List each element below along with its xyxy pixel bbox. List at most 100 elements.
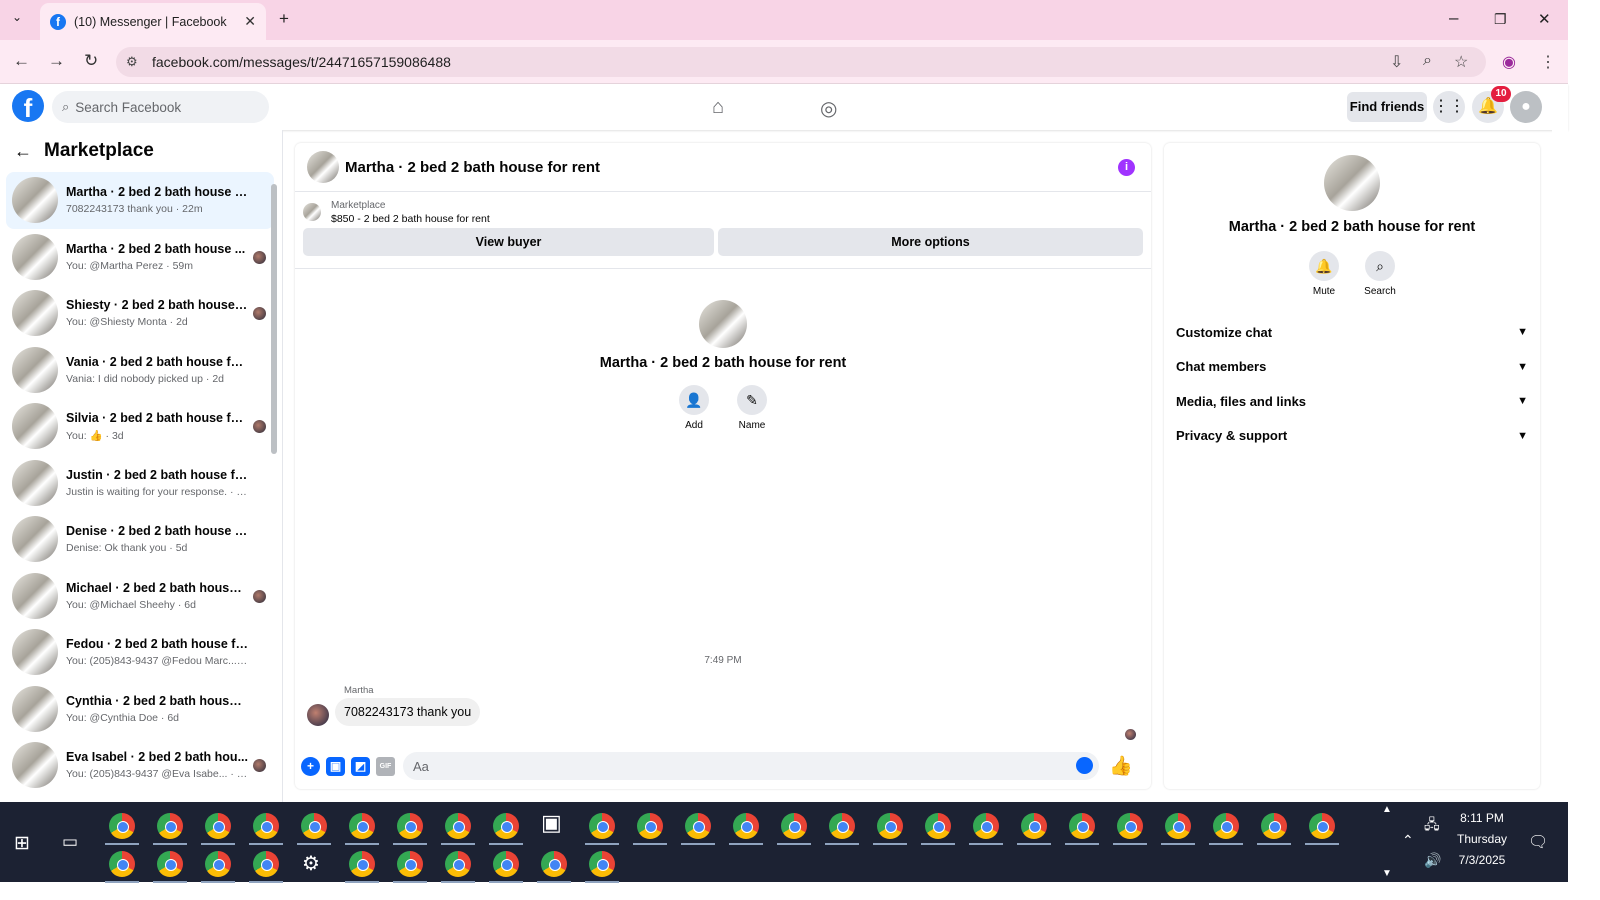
chrome-window-icon[interactable] (1161, 813, 1195, 845)
menu-grid-icon[interactable]: ⋮⋮ (1433, 91, 1465, 123)
sender-avatar[interactable] (307, 704, 329, 726)
find-friends-button[interactable]: Find friends (1347, 92, 1427, 122)
conversation-item[interactable]: Silvia · 2 bed 2 bath house fo... You: 👍 … (6, 398, 274, 455)
app-window-icon[interactable]: ▣ (541, 810, 562, 836)
emoji-icon[interactable] (1076, 757, 1093, 774)
conversation-item[interactable]: Denise · 2 bed 2 bath house for ... Denis… (6, 511, 274, 568)
chrome-window-icon[interactable] (921, 813, 955, 845)
conversation-item[interactable]: Shiesty · 2 bed 2 bath house f... You: @S… (6, 285, 274, 342)
show-hidden-icons-icon[interactable]: ⌃ (1402, 832, 1414, 849)
chrome-window-icon[interactable] (105, 813, 139, 845)
browser-tab[interactable]: f (10) Messenger | Facebook ✕ (40, 3, 266, 40)
message-input[interactable]: Aa (403, 752, 1099, 780)
chrome-window-icon[interactable] (489, 813, 523, 845)
chrome-window-icon[interactable] (633, 813, 667, 845)
chrome-window-icon[interactable] (153, 813, 187, 845)
chrome-window-icon[interactable] (585, 813, 619, 845)
reload-icon[interactable]: ↻ (84, 51, 98, 71)
settings-gear-icon[interactable]: ⚙ (302, 851, 320, 876)
chrome-window-icon[interactable] (201, 851, 235, 883)
chat-header-avatar[interactable] (307, 151, 339, 183)
task-view-icon[interactable]: ▭ (62, 832, 78, 852)
chrome-window-icon[interactable] (201, 813, 235, 845)
message-bubble[interactable]: 7082243173 thank you (335, 698, 481, 726)
restore-icon[interactable]: ❐ (1494, 11, 1507, 28)
section-chat-members[interactable]: Chat members ▼ (1164, 350, 1540, 385)
facebook-search-input[interactable]: ⌕ Search Facebook (52, 91, 269, 123)
scrollbar-thumb[interactable] (271, 184, 277, 454)
section-privacy-support[interactable]: Privacy & support ▼ (1164, 419, 1540, 454)
more-options-button[interactable]: More options (718, 228, 1143, 256)
conversation-item[interactable]: Michael · 2 bed 2 bath house ... You: @Mi… (6, 568, 274, 625)
chrome-window-icon[interactable] (1305, 813, 1339, 845)
chrome-window-icon[interactable] (441, 851, 475, 883)
conversation-item[interactable]: Vania · 2 bed 2 bath house for r... Vania… (6, 342, 274, 399)
chrome-window-icon[interactable] (1065, 813, 1099, 845)
chrome-window-icon[interactable] (1113, 813, 1147, 845)
section-customize-chat[interactable]: Customize chat ▼ (1164, 315, 1540, 350)
bookmark-star-icon[interactable]: ☆ (1454, 52, 1468, 72)
sticker-icon[interactable]: ◩ (351, 756, 370, 776)
chrome-window-icon[interactable] (825, 813, 859, 845)
account-avatar-icon[interactable]: ● (1510, 91, 1542, 123)
network-icon[interactable]: 🖧 (1424, 814, 1440, 838)
section-media-files[interactable]: Media, files and links ▼ (1164, 384, 1540, 419)
conversation-item[interactable]: Martha · 2 bed 2 bath house ... You: @Mar… (6, 229, 274, 286)
conversation-item[interactable]: Martha · 2 bed 2 bath house for... 708224… (6, 172, 274, 229)
chrome-window-icon[interactable] (585, 851, 619, 883)
groups-icon[interactable]: ◎ (820, 96, 837, 121)
sidebar-scrollbar[interactable] (270, 174, 278, 800)
windows-start-icon[interactable]: ⊞ (14, 832, 30, 855)
search-in-chat-button[interactable]: ⌕ Search (1362, 251, 1398, 297)
taskbar-scroll-down-icon[interactable]: ▼ (1382, 868, 1392, 879)
tab-search-chevron-icon[interactable]: ⌄ (12, 10, 22, 24)
mute-button[interactable]: 🔔 Mute (1306, 251, 1342, 297)
chrome-window-icon[interactable] (1257, 813, 1291, 845)
browser-menu-icon[interactable]: ⋮ (1540, 52, 1556, 72)
chrome-window-icon[interactable] (345, 813, 379, 845)
chrome-window-icon[interactable] (1209, 813, 1243, 845)
conversation-item[interactable]: Eva Isabel · 2 bed 2 bath hou... You: (20… (6, 737, 274, 794)
chrome-window-icon[interactable] (681, 813, 715, 845)
new-tab-icon[interactable]: + (279, 9, 289, 29)
volume-icon[interactable]: 🔊 (1424, 852, 1441, 869)
install-app-icon[interactable]: ⇩ (1390, 52, 1403, 72)
chrome-window-icon[interactable] (153, 851, 187, 883)
chrome-window-icon[interactable] (105, 851, 139, 883)
zoom-icon[interactable]: ⌕ (1423, 52, 1432, 70)
chrome-window-icon[interactable] (297, 813, 331, 845)
taskbar-scroll-up-icon[interactable]: ▲ (1382, 804, 1392, 815)
chrome-window-icon[interactable] (537, 851, 571, 883)
chrome-window-icon[interactable] (345, 851, 379, 883)
chrome-window-icon[interactable] (1017, 813, 1051, 845)
back-arrow-icon[interactable]: ← (14, 141, 32, 162)
marketplace-listing-row[interactable]: Marketplace $850 - 2 bed 2 bath house fo… (295, 192, 1151, 226)
tab-close-icon[interactable]: ✕ (244, 13, 256, 30)
chrome-window-icon[interactable] (249, 851, 283, 883)
forward-arrow-icon[interactable]: → (48, 51, 65, 71)
conversation-item[interactable]: Justin · 2 bed 2 bath house for r... Just… (6, 455, 274, 512)
plus-icon[interactable]: + (301, 756, 320, 776)
gif-icon[interactable]: GIF (376, 756, 395, 776)
profile-icon[interactable]: ◉ (1502, 52, 1516, 72)
home-icon[interactable]: ⌂ (712, 96, 724, 119)
chrome-window-icon[interactable] (777, 813, 811, 845)
info-icon[interactable]: i (1118, 159, 1135, 176)
edit-name-button[interactable]: ✎ Name (736, 385, 768, 431)
site-info-icon[interactable]: ⚙ (126, 54, 138, 70)
chrome-window-icon[interactable] (249, 813, 283, 845)
chrome-window-icon[interactable] (393, 813, 427, 845)
notifications-center-icon[interactable]: 🗨 (1528, 832, 1548, 852)
chrome-window-icon[interactable] (393, 851, 427, 883)
view-buyer-button[interactable]: View buyer (303, 228, 714, 256)
chat-title[interactable]: Martha · 2 bed 2 bath house for rent (345, 159, 600, 176)
chrome-window-icon[interactable] (969, 813, 1003, 845)
chrome-window-icon[interactable] (873, 813, 907, 845)
page-scrollbar[interactable] (1552, 84, 1568, 802)
chrome-window-icon[interactable] (441, 813, 475, 845)
add-people-button[interactable]: 👤 Add (678, 385, 710, 431)
taskbar-clock[interactable]: 8:11 PM Thursday 7/3/2025 (1452, 808, 1512, 871)
thumbs-up-icon[interactable]: 👍 (1109, 754, 1133, 778)
conversation-item[interactable]: Cynthia · 2 bed 2 bath house fo... You: @… (6, 681, 274, 738)
facebook-logo-icon[interactable]: f (12, 90, 44, 123)
